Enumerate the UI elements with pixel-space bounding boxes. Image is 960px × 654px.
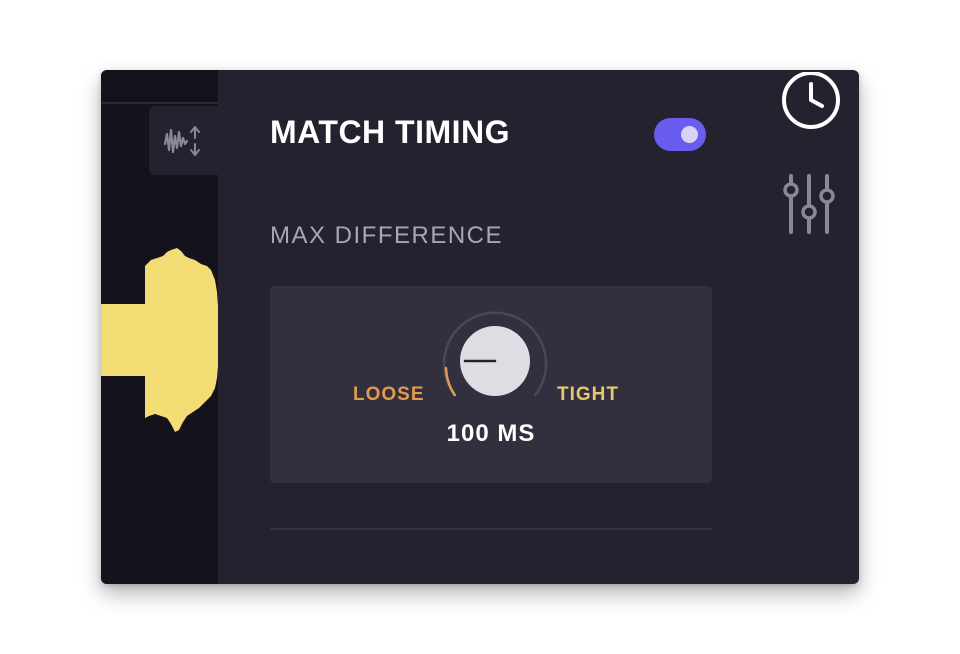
loose-label: LOOSE [353, 384, 425, 405]
max-difference-label: MAX DIFFERENCE [270, 222, 504, 249]
max-difference-card: LOOSE TIGHT 100 MS [270, 286, 712, 483]
track-lane [101, 70, 218, 584]
waveform-tab-button[interactable] [149, 106, 218, 175]
max-difference-knob[interactable] [440, 306, 550, 416]
track-lane-divider [101, 102, 218, 104]
match-timing-window: MATCH TIMING MAX DIFFERENCE LOOSE TIGHT … [101, 70, 859, 584]
panel-title: MATCH TIMING [270, 114, 511, 150]
toggle-knob [681, 126, 698, 143]
audio-waveform [101, 248, 218, 432]
match-timing-toggle[interactable] [654, 118, 706, 151]
clock-icon[interactable] [781, 72, 841, 132]
sliders-icon[interactable] [783, 172, 839, 236]
waveform-arrows-icon [163, 126, 200, 156]
knob-value-readout: 100 MS [446, 420, 536, 447]
tight-label: TIGHT [557, 384, 619, 405]
section-divider [270, 528, 712, 530]
